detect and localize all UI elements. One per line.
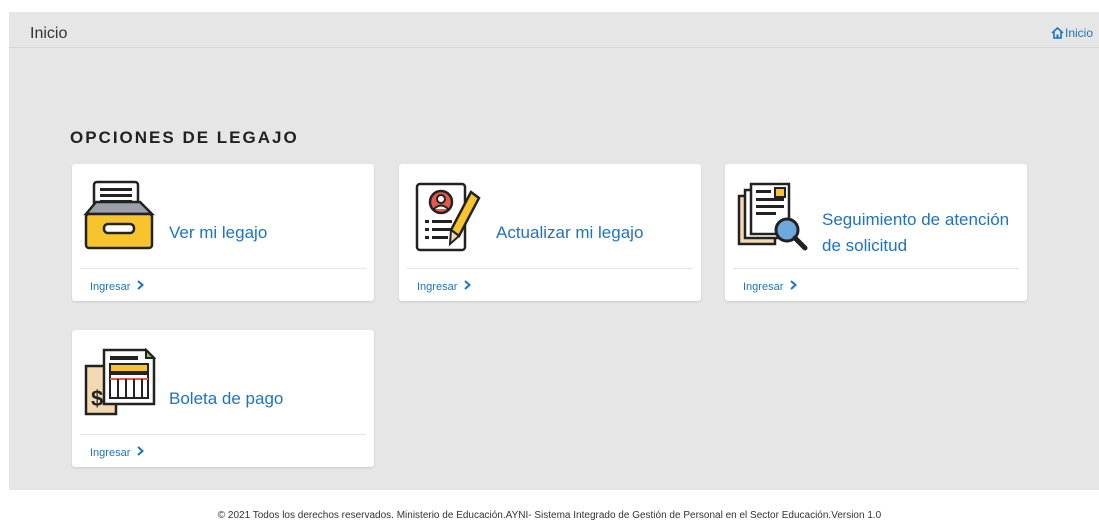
ingresar-link[interactable]: Ingresar	[90, 280, 145, 293]
ingresar-link[interactable]: Ingresar	[743, 280, 798, 293]
chevron-right-icon	[790, 280, 798, 293]
breadcrumb-label: Inicio	[1064, 26, 1093, 40]
breadcrumb-home-link[interactable]: Inicio	[1051, 26, 1093, 40]
top-strip	[0, 0, 1099, 12]
ingresar-label: Ingresar	[743, 280, 784, 293]
home-icon	[1051, 27, 1064, 39]
card-title: Ver mi legajo	[169, 222, 268, 242]
chevron-right-icon	[137, 280, 145, 293]
svg-text:$: $	[91, 386, 103, 411]
payslip-icon: $	[82, 344, 158, 420]
card-title: Seguimiento de atención de solicitud	[822, 209, 1010, 255]
card-divider	[407, 268, 693, 269]
profile-edit-icon	[409, 178, 485, 254]
card-actualizar-mi-legajo[interactable]: Actualizar mi legajo Ingresar	[399, 164, 701, 301]
card-title: Actualizar mi legajo	[496, 222, 644, 242]
page-header: Inicio Inicio	[9, 12, 1099, 48]
card-seguimiento-solicitud[interactable]: Seguimiento de atención de solicitud Ing…	[725, 164, 1027, 301]
inbox-tray-icon	[82, 178, 158, 254]
page-title: Inicio	[30, 25, 68, 42]
card-title: Boleta de pago	[169, 388, 284, 408]
ingresar-label: Ingresar	[90, 446, 131, 459]
ingresar-label: Ingresar	[417, 280, 458, 293]
card-divider	[80, 434, 366, 435]
card-divider	[80, 268, 366, 269]
chevron-right-icon	[464, 280, 472, 293]
footer-copyright: © 2021 Todos los derechos reservados. Mi…	[217, 510, 882, 521]
ingresar-label: Ingresar	[90, 280, 131, 293]
document-search-icon	[735, 178, 811, 254]
ingresar-link[interactable]: Ingresar	[417, 280, 472, 293]
ingresar-link[interactable]: Ingresar	[90, 446, 145, 459]
main-content: Inicio Inicio OPCIONES DE LEGAJO Ver mi …	[9, 12, 1099, 490]
section-title: OPCIONES DE LEGAJO	[70, 128, 299, 147]
card-boleta-de-pago[interactable]: $ Boleta de pago Ingresar	[72, 330, 374, 467]
card-ver-mi-legajo[interactable]: Ver mi legajo Ingresar	[72, 164, 374, 301]
card-divider	[733, 268, 1019, 269]
chevron-right-icon	[137, 446, 145, 459]
